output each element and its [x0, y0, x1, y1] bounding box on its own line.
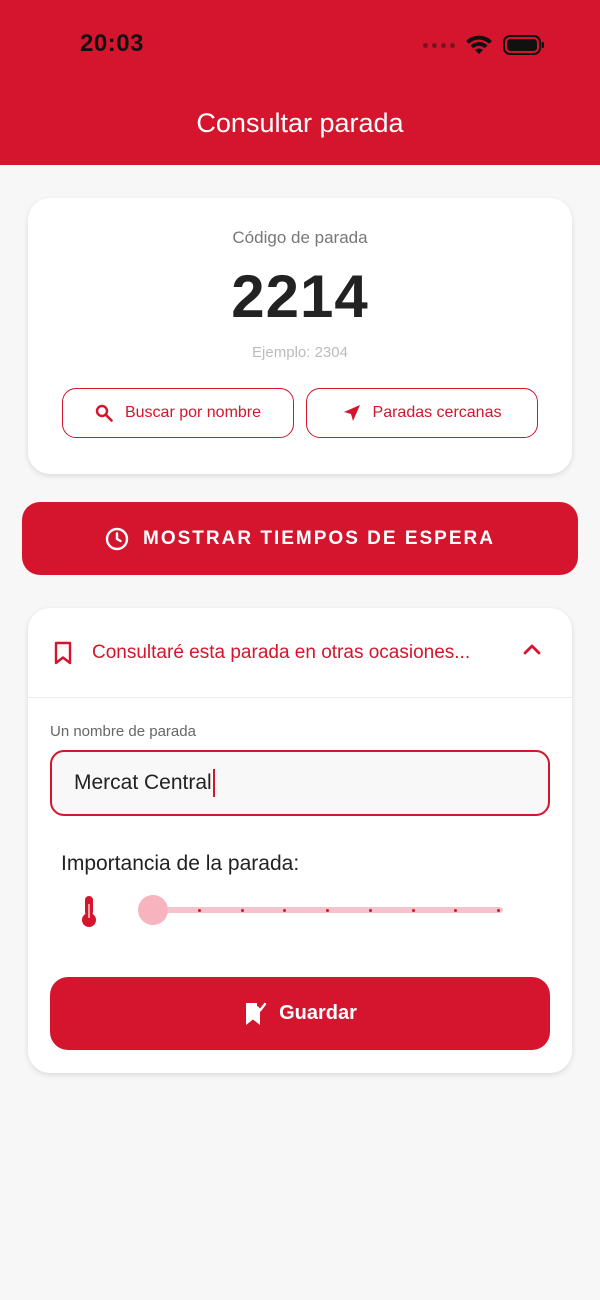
show-wait-times-label: MOSTRAR TIEMPOS DE ESPERA — [143, 527, 495, 549]
slider-tick — [454, 908, 458, 912]
slider-tick — [326, 908, 329, 912]
stop-code-card: Código de parada 2214 Ejemplo: 2304 Busc… — [28, 198, 572, 474]
slider-tick — [368, 908, 372, 912]
importance-slider-track[interactable] — [153, 907, 503, 913]
slider-tick — [197, 908, 201, 912]
chevron-up-icon[interactable] — [522, 642, 542, 656]
slider-tick — [497, 908, 500, 912]
status-icons — [423, 30, 545, 60]
stop-name-label: Un nombre de parada — [50, 723, 196, 740]
stop-name-input[interactable]: Mercat Central — [50, 750, 550, 816]
importance-label: Importancia de la parada: — [61, 852, 300, 875]
save-stop-panel: Consultaré esta parada en otras ocasione… — [28, 608, 572, 1073]
bookmark-icon — [54, 641, 72, 664]
search-icon — [95, 404, 113, 422]
thermometer-icon — [82, 896, 96, 927]
slider-tick — [283, 908, 287, 912]
save-panel-header[interactable]: Consultaré esta parada en otras ocasione… — [28, 608, 572, 698]
page-title: Consultar parada — [196, 108, 404, 138]
slider-tick — [240, 908, 244, 912]
nearby-stops-button[interactable]: Paradas cercanas — [306, 388, 538, 438]
wifi-icon — [466, 35, 492, 54]
text-caret — [212, 769, 215, 797]
save-button[interactable]: Guardar — [50, 977, 550, 1050]
search-by-name-button[interactable]: Buscar por nombre — [62, 388, 294, 438]
slider-tick — [411, 908, 415, 912]
save-button-label: Guardar — [279, 1002, 357, 1024]
stop-code-example: Ejemplo: 2304 — [252, 344, 348, 361]
importance-slider-thumb[interactable] — [138, 895, 168, 925]
clock-icon — [105, 527, 129, 550]
search-by-name-label: Buscar por nombre — [124, 404, 262, 421]
nearby-stops-label: Paradas cercanas — [372, 404, 502, 421]
bookmark-check-icon — [246, 1002, 267, 1025]
save-panel-header-text: Consultaré esta parada en otras ocasione… — [92, 641, 471, 663]
stop-name-value: Mercat Central — [74, 771, 212, 794]
show-wait-times-button[interactable]: MOSTRAR TIEMPOS DE ESPERA — [22, 502, 578, 575]
location-arrow-icon — [343, 405, 360, 421]
battery-icon — [503, 35, 544, 55]
signal-dots-icon — [423, 42, 455, 48]
stop-code-label: Código de parada — [232, 228, 368, 247]
status-time: 20:03 — [80, 30, 144, 57]
app-header: 20:03 Consultar parada — [0, 0, 600, 165]
stop-code-value[interactable]: 2214 — [28, 262, 572, 331]
